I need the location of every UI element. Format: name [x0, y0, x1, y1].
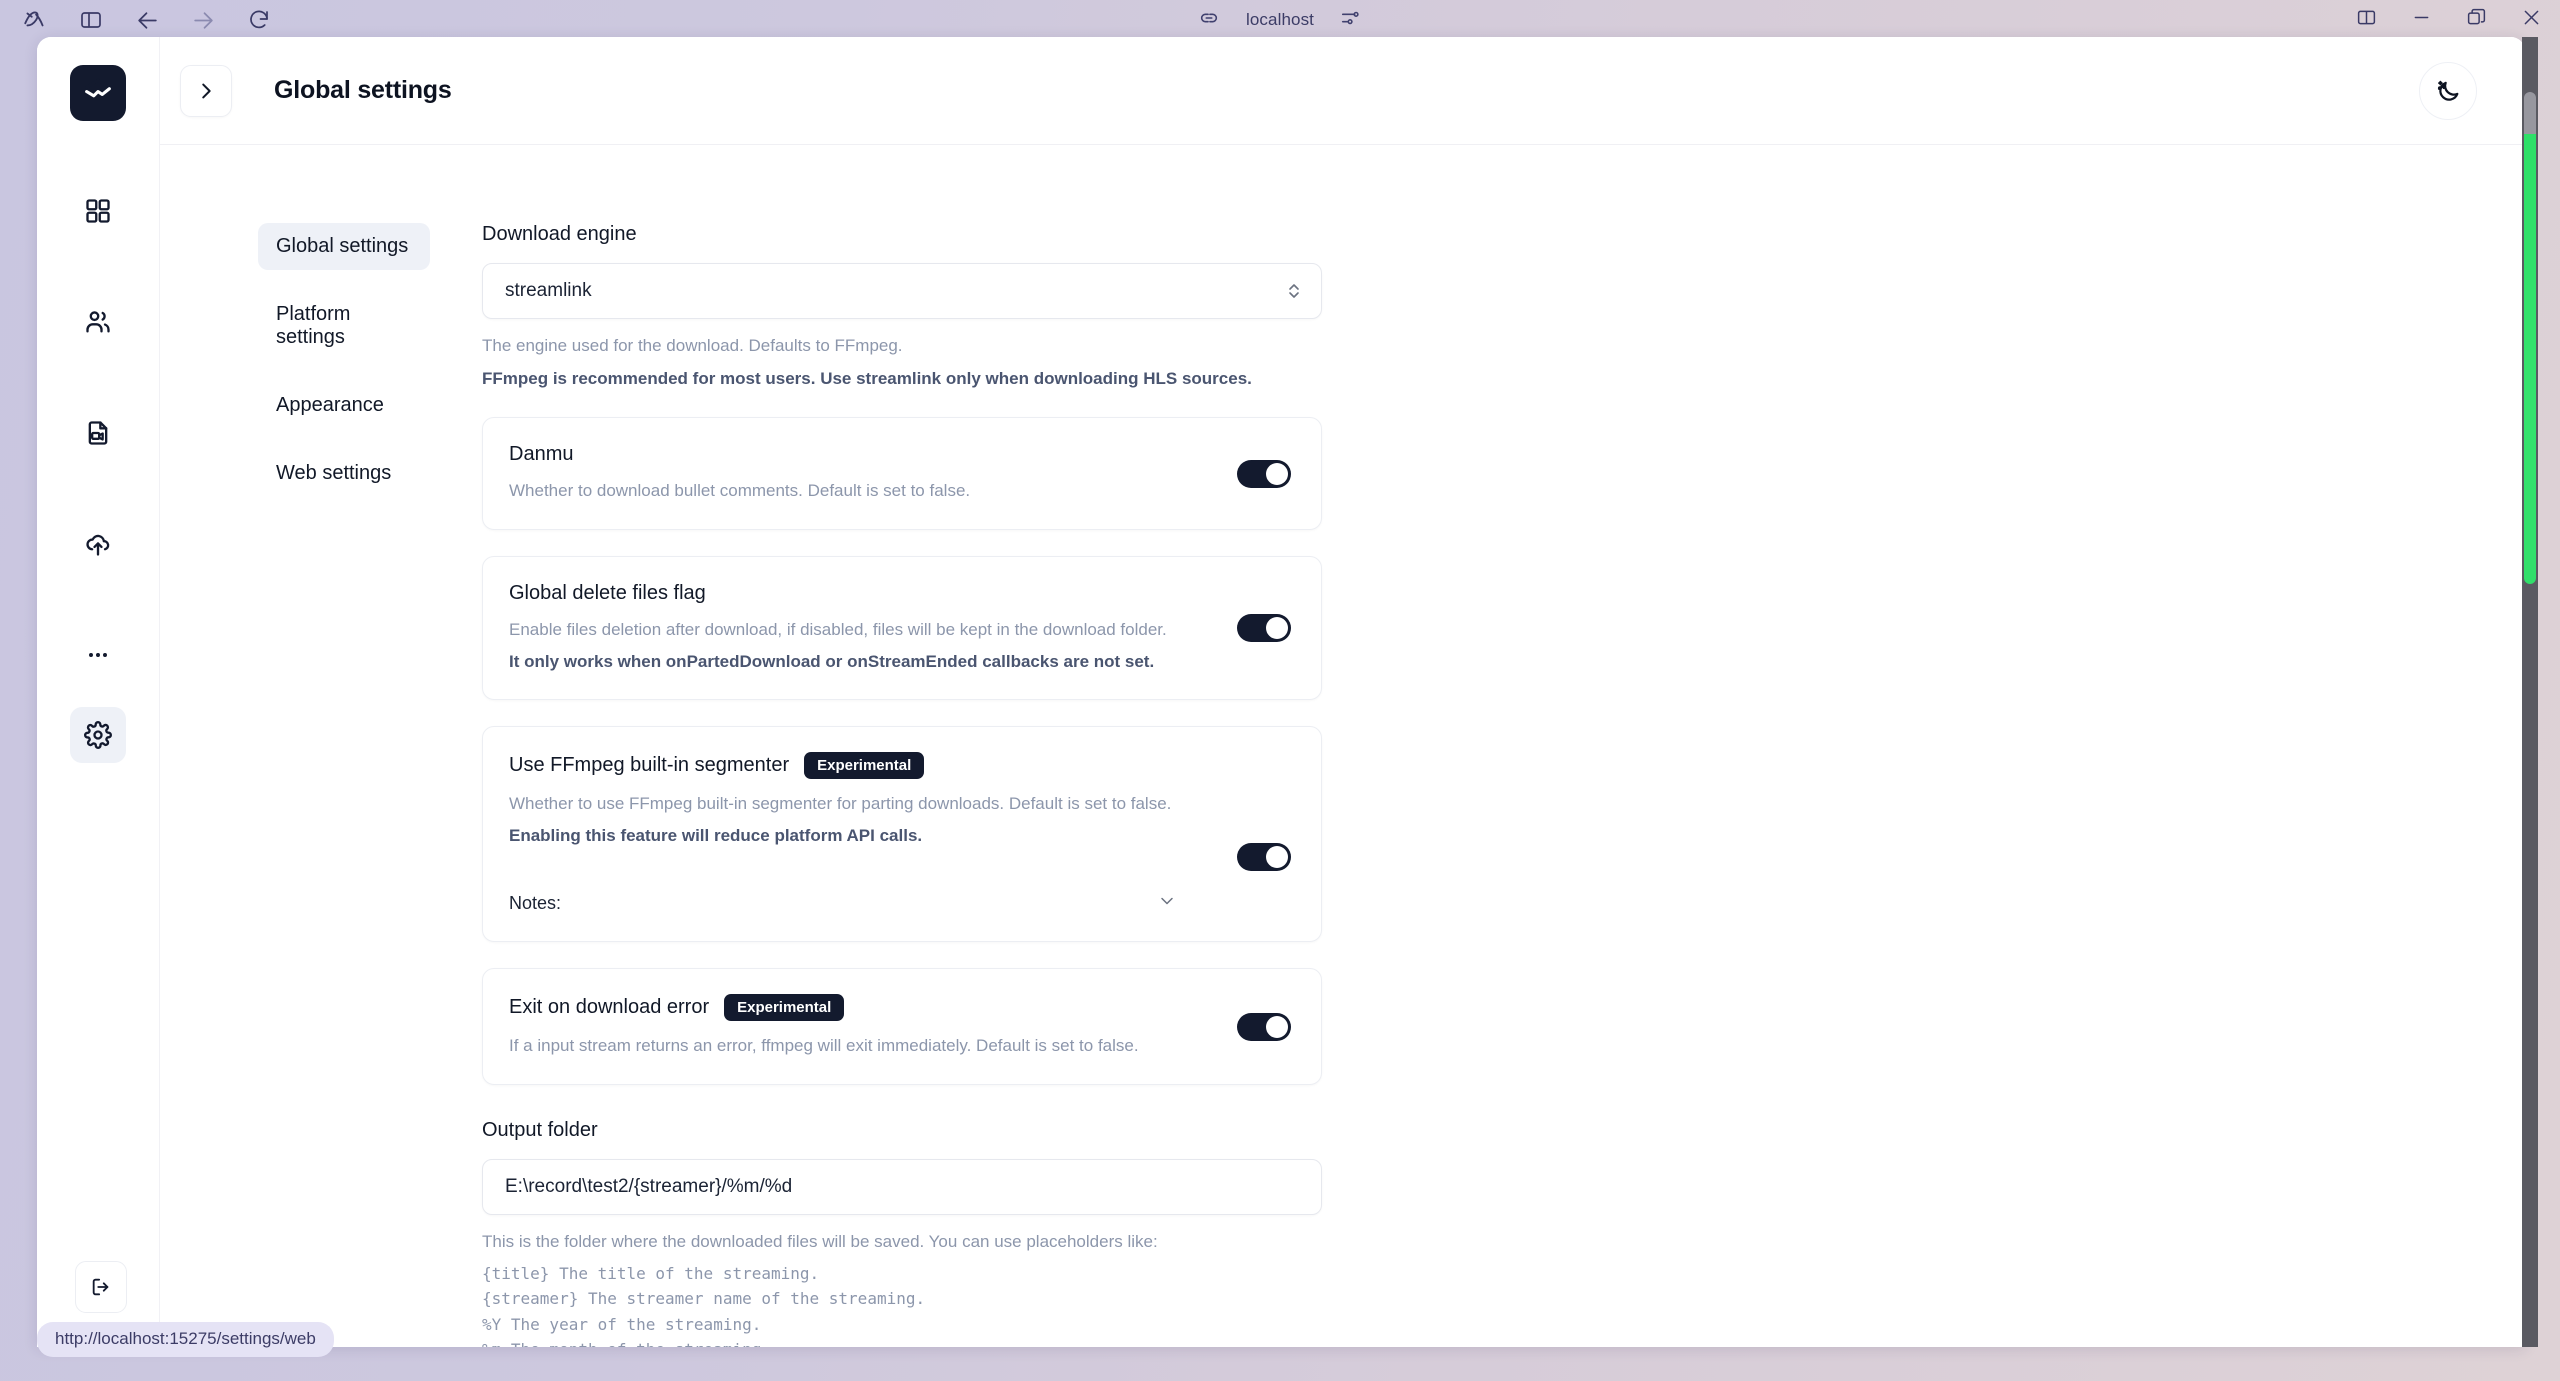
tab-platform-settings[interactable]: Platform settings	[258, 291, 430, 361]
page-scrollbar-track[interactable]	[2522, 37, 2538, 1347]
address-text[interactable]: localhost	[1246, 10, 1314, 30]
download-engine-helper-strong: FFmpeg is recommended for most users. Us…	[482, 368, 1252, 388]
page-scrollbar-thumb[interactable]	[2524, 134, 2536, 584]
settings-content: Global settings Platform settings Appear…	[160, 145, 2525, 1347]
reload-icon[interactable]	[242, 3, 276, 37]
card-danmu: Danmu Whether to download bullet comment…	[482, 417, 1322, 530]
moon-stars-icon[interactable]	[2419, 61, 2477, 120]
sliders-icon[interactable]	[1340, 7, 1362, 34]
placeholder-line: %Y The year of the streaming.	[482, 1314, 762, 1334]
card-ffmpeg-segmenter: Use FFmpeg built-in segmenter Experiment…	[482, 726, 1322, 943]
delete-flag-title: Global delete files flag	[509, 581, 706, 604]
maximize-icon[interactable]	[2466, 7, 2487, 33]
page-title: Global settings	[274, 76, 452, 104]
chevron-updown-icon	[1287, 281, 1301, 301]
sidebar-item-streamers[interactable]	[70, 294, 126, 350]
placeholder-line: %m The month of the streaming.	[482, 1337, 2525, 1347]
placeholder-line: {streamer} The streamer name of the stre…	[482, 1289, 926, 1309]
segmenter-desc-strong: Enabling this feature will reduce platfo…	[509, 825, 923, 845]
sidebar-item-dashboard[interactable]	[70, 183, 126, 239]
download-engine-select[interactable]: streamlink	[482, 263, 1322, 319]
card-exit-on-download-error: Exit on download error Experimental If a…	[482, 968, 1322, 1086]
tab-appearance[interactable]: Appearance	[258, 382, 430, 429]
toggle-knob	[1266, 1015, 1288, 1038]
tab-web-settings[interactable]: Web settings	[258, 450, 430, 497]
tv-activity-logo-icon[interactable]	[70, 65, 126, 121]
segmenter-desc: Whether to use FFmpeg built-in segmenter…	[509, 794, 1172, 814]
chevron-down-icon[interactable]	[1157, 891, 1199, 916]
sidebar-item-more[interactable]	[70, 627, 126, 683]
download-engine-label: Download engine	[482, 223, 637, 245]
toggle-knob	[1266, 617, 1288, 640]
tab-global-settings[interactable]: Global settings	[258, 223, 430, 270]
delete-flag-desc-strong: It only works when onPartedDownload or o…	[509, 651, 1155, 671]
download-engine-helper: The engine used for the download. Defaul…	[482, 336, 903, 355]
close-icon[interactable]	[2521, 7, 2542, 33]
segmenter-toggle[interactable]	[1237, 843, 1291, 872]
logout-icon[interactable]	[75, 1261, 127, 1313]
output-folder-placeholders: {title} The title of the streaming. {str…	[482, 1261, 2525, 1347]
danmu-toggle[interactable]	[1237, 459, 1291, 488]
danmu-desc: Whether to download bullet comments. Def…	[509, 481, 971, 501]
panel-toggle-icon[interactable]	[74, 3, 108, 37]
danmu-title: Danmu	[509, 443, 574, 466]
exit-error-toggle[interactable]	[1237, 1012, 1291, 1041]
sidebar-item-uploads[interactable]	[70, 516, 126, 572]
toggle-knob	[1266, 462, 1288, 485]
delete-flag-desc: Enable files deletion after download, if…	[509, 619, 1167, 639]
app-window: Global settings Global settings Platform…	[37, 37, 2525, 1347]
segmenter-notes-label: Notes:	[509, 893, 562, 914]
segmenter-experimental-badge: Experimental	[804, 752, 925, 780]
page-header: Global settings	[160, 37, 2525, 145]
forward-arrow-icon[interactable]	[186, 3, 220, 37]
status-link-preview: http://localhost:15275/settings/web	[37, 1322, 334, 1357]
output-folder-label: Output folder	[482, 1119, 598, 1142]
exit-error-experimental-badge: Experimental	[724, 994, 845, 1022]
segmenter-notes-row[interactable]: Notes:	[509, 891, 1199, 916]
output-folder-helper: This is the folder where the downloaded …	[482, 1232, 1158, 1252]
card-global-delete-files-flag: Global delete files flag Enable files de…	[482, 555, 1322, 701]
toggle-knob	[1266, 846, 1288, 869]
chevron-right-icon[interactable]	[180, 64, 232, 117]
placeholder-line: {title} The title of the streaming.	[482, 1263, 820, 1283]
settings-nav: Global settings Platform settings Appear…	[160, 145, 460, 1347]
exit-error-title: Exit on download error	[509, 996, 710, 1019]
sidebar-item-settings[interactable]	[70, 707, 126, 763]
page-scrollbar-thumb-top[interactable]	[2524, 92, 2536, 136]
output-folder-value: E:\record\test2/{streamer}/%m/%d	[505, 1176, 793, 1198]
segmenter-title: Use FFmpeg built-in segmenter	[509, 754, 790, 777]
exit-error-desc: If a input stream returns an error, ffmp…	[509, 1036, 1139, 1056]
arc-logo-icon[interactable]	[18, 3, 52, 37]
minimize-icon[interactable]	[2411, 7, 2432, 33]
split-view-icon[interactable]	[2356, 7, 2377, 33]
settings-form: Download engine streamlink The engine us…	[460, 145, 2525, 1347]
back-arrow-icon[interactable]	[130, 3, 164, 37]
link-icon	[1198, 7, 1220, 34]
sidebar-item-recordings[interactable]	[70, 405, 126, 461]
output-folder-input[interactable]: E:\record\test2/{streamer}/%m/%d	[482, 1159, 1322, 1216]
delete-flag-toggle[interactable]	[1237, 614, 1291, 643]
download-engine-value: streamlink	[505, 280, 592, 301]
app-icon-rail	[37, 37, 160, 1347]
browser-address-area[interactable]: localhost	[1198, 7, 1362, 34]
browser-toolbar: localhost	[0, 0, 2560, 40]
